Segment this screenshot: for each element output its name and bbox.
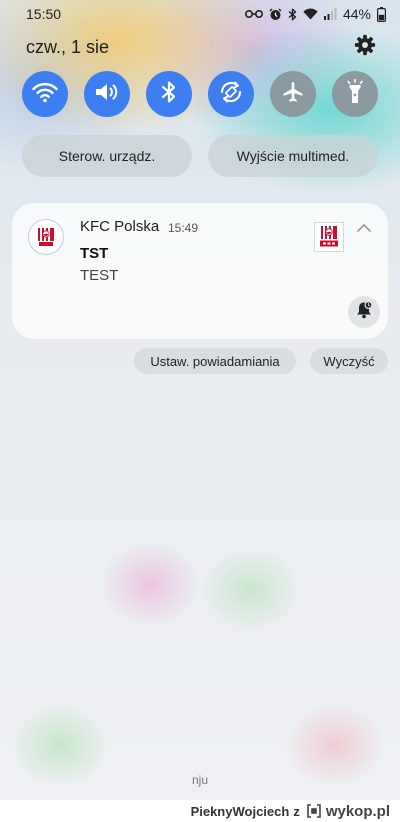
key-icon	[244, 8, 263, 20]
bluetooth-toggle[interactable]	[146, 71, 192, 117]
airplane-toggle[interactable]	[270, 71, 316, 117]
alarm-icon	[269, 8, 282, 21]
carrier-label: nju	[191, 773, 208, 787]
notification-actions: Ustaw. powiadamiania Wyczyść	[134, 348, 388, 374]
device-control-button[interactable]: Sterow. urządz.	[22, 135, 192, 177]
wifi-toggle[interactable]	[22, 71, 68, 117]
battery-percent: 44%	[342, 6, 371, 22]
notification-settings-button[interactable]: Ustaw. powiadamiania	[134, 348, 296, 374]
notification-time: 15:49	[168, 221, 199, 235]
panel-header: czw., 1 sie	[26, 34, 376, 61]
battery-icon	[377, 6, 386, 22]
flashlight-toggle[interactable]	[332, 71, 378, 117]
kfc-app-icon	[28, 219, 64, 255]
watermark-bar: PieknyWojciech z wykop.pl	[0, 800, 400, 822]
bluetooth-icon	[288, 7, 297, 21]
notification-app-name: KFC Polska	[80, 218, 160, 235]
watermark-user: PieknyWojciech	[190, 803, 290, 819]
wifi-icon	[32, 81, 58, 108]
device-media-row: Sterow. urządz. Wyjście multimed.	[22, 135, 378, 177]
bluetooth-icon	[161, 80, 177, 109]
notification-title: TST	[80, 245, 109, 262]
blurred-wallpaper	[0, 0, 400, 800]
media-output-button[interactable]: Wyjście multimed.	[208, 135, 378, 177]
rotate-icon	[218, 79, 244, 110]
watermark-site: wykop.pl	[325, 802, 390, 820]
status-bar: 15:50 44%	[0, 0, 400, 28]
snooze-button[interactable]	[348, 296, 380, 328]
notification-card[interactable]: KFC Polska 15:49 TST TEST	[12, 203, 388, 339]
snooze-bell-icon	[354, 300, 374, 325]
wykop-logo-icon	[306, 803, 322, 819]
sound-toggle[interactable]	[84, 71, 130, 117]
clear-all-button[interactable]: Wyczyść	[310, 348, 388, 374]
kfc-logo-thumbnail	[314, 222, 344, 252]
status-time: 15:50	[26, 6, 62, 22]
airplane-icon	[281, 80, 305, 109]
quick-settings-row	[22, 71, 378, 119]
status-icons: 44%	[244, 6, 386, 22]
signal-icon	[323, 8, 337, 20]
auto-rotate-toggle[interactable]	[208, 71, 254, 117]
chevron-up-icon[interactable]	[356, 221, 372, 233]
gear-icon[interactable]	[354, 34, 376, 61]
date-label: czw., 1 sie	[26, 36, 110, 57]
volume-icon	[94, 81, 120, 108]
notification-body: TEST	[80, 267, 119, 284]
flashlight-icon	[345, 78, 365, 110]
wifi-icon	[303, 8, 318, 20]
watermark-connector: z	[293, 803, 300, 819]
